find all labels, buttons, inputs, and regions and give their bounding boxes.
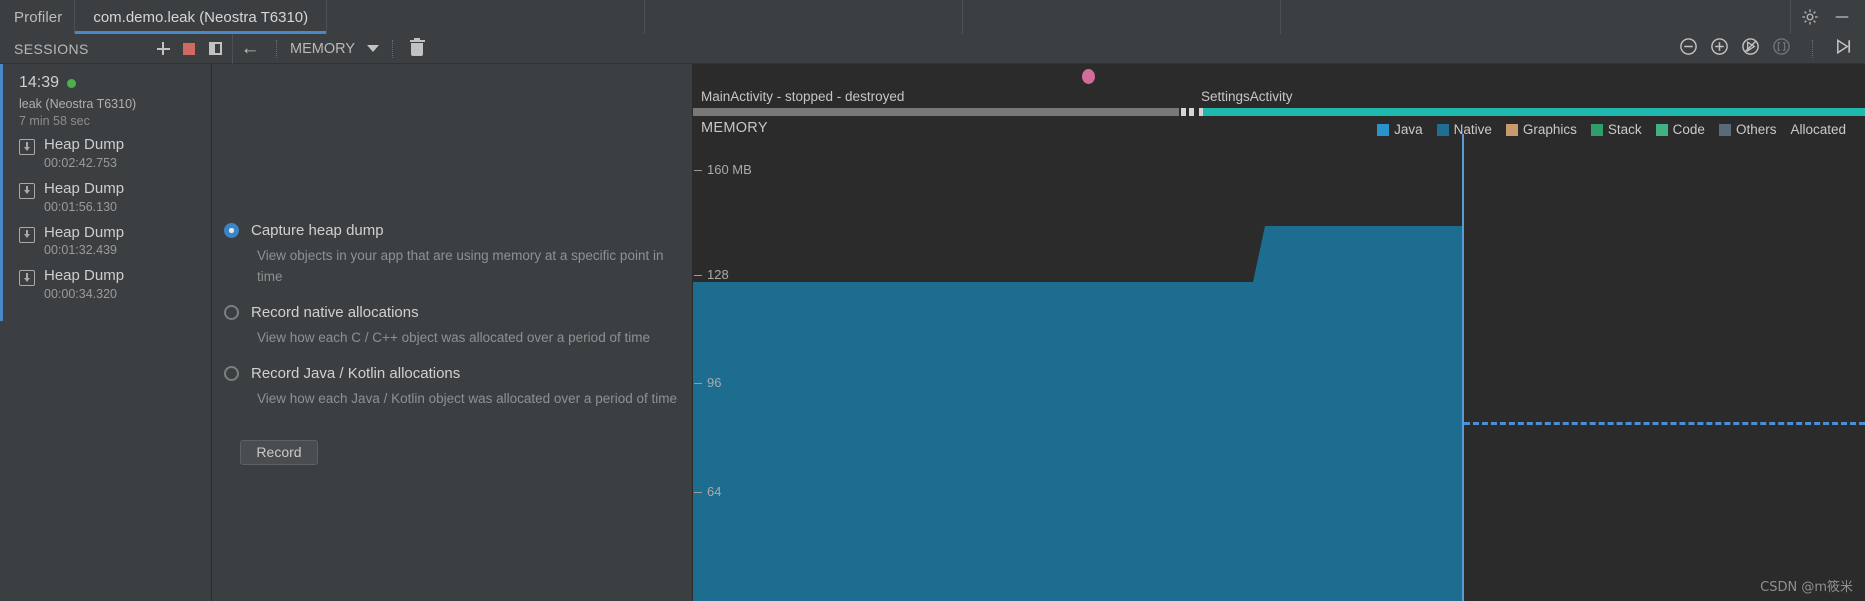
- threshold-dashed-line: [1464, 422, 1865, 425]
- option-label: Record Java / Kotlin allocations: [251, 364, 461, 382]
- capture-options-list: Capture heap dump View objects in your a…: [212, 64, 692, 465]
- capture-options-panel: Capture heap dump View objects in your a…: [212, 64, 693, 601]
- list-item[interactable]: Heap Dump 00:01:56.130: [19, 180, 201, 214]
- title-bar: Profiler com.demo.leak (Neostra T6310): [0, 0, 1865, 34]
- heap-dump-label: Heap Dump: [44, 267, 125, 285]
- app-title: Profiler: [14, 8, 63, 26]
- list-item[interactable]: Heap Dump 00:02:42.753: [19, 136, 201, 170]
- heap-dump-label: Heap Dump: [44, 179, 125, 197]
- activity-label-settings: SettingsActivity: [1201, 89, 1293, 104]
- session-device: leak (Neostra T6310): [19, 97, 137, 111]
- live-session-dot: [67, 78, 77, 88]
- profiler-window: Profiler com.demo.leak (Neostra T6310) S…: [0, 0, 1865, 601]
- radio-record-native-allocations[interactable]: [224, 304, 239, 320]
- option-record-java-kotlin-allocations[interactable]: Record Java / Kotlin allocations: [224, 365, 692, 382]
- option-description: View how each Java / Kotlin object was a…: [257, 390, 677, 406]
- reset-zoom-icon[interactable]: [1741, 37, 1760, 61]
- activity-lifecycle-tick: [1181, 108, 1186, 116]
- stage-selector-label: MEMORY: [290, 40, 355, 57]
- sessions-panel: 14:39 leak (Neostra T6310) 7 min 58 sec …: [0, 64, 212, 601]
- plus-icon: [156, 42, 170, 55]
- titlebar-segment: [645, 0, 964, 34]
- session-duration: 7 min 58 sec: [19, 114, 90, 128]
- activity-lifecycle-bar-settings: [1203, 108, 1865, 116]
- activity-lifecycle-bar-main: [693, 108, 1179, 116]
- delete-button[interactable]: [402, 37, 432, 61]
- memory-timeline-chart[interactable]: MainActivity - stopped - destroyed Setti…: [693, 64, 1865, 601]
- titlebar-segment: [1281, 0, 1791, 34]
- zoom-out-icon[interactable]: [1679, 37, 1698, 61]
- heap-dump-time: 00:01:32.439: [44, 243, 117, 258]
- tab-label: com.demo.leak (Neostra T6310): [93, 8, 309, 26]
- toggle-sessions-panel-button[interactable]: [202, 37, 228, 61]
- y-axis-label-128: 128: [707, 267, 729, 282]
- titlebar-actions: [1791, 0, 1865, 34]
- y-axis-label-160: 160 MB: [707, 162, 752, 177]
- toolbar-dotted-divider: [276, 39, 277, 58]
- toolbar-dotted-divider: [392, 39, 393, 58]
- add-session-button[interactable]: [150, 37, 176, 61]
- minimize-icon[interactable]: [1833, 8, 1851, 26]
- radio-record-java-kotlin-allocations[interactable]: [224, 365, 239, 381]
- heap-dump-label: Heap Dump: [44, 136, 125, 153]
- option-record-native-allocations[interactable]: Record native allocations: [224, 304, 692, 321]
- zoom-to-selection-icon[interactable]: [1772, 37, 1791, 61]
- y-axis-label-64: 64: [707, 484, 722, 499]
- session-time-row: 14:39: [19, 74, 201, 92]
- stop-square-icon: [183, 42, 195, 55]
- activity-label-main: MainActivity - stopped - destroyed: [701, 89, 905, 104]
- titlebar-segment: [963, 0, 1282, 34]
- y-axis-label-96: 96: [707, 375, 722, 390]
- memory-area-chart-svg: [693, 226, 1463, 601]
- event-timeline-band: MainActivity - stopped - destroyed Setti…: [693, 64, 1865, 116]
- radio-capture-heap-dump[interactable]: [224, 223, 239, 238]
- titlebar-spacer: [327, 0, 1791, 34]
- session-item[interactable]: 14:39 leak (Neostra T6310) 7 min 58 sec …: [0, 64, 211, 321]
- toggle-panel-icon: [208, 42, 222, 55]
- chart-plot-area[interactable]: 160 MB 128 96 64: [693, 134, 1865, 601]
- zoom-in-icon[interactable]: [1710, 37, 1729, 61]
- titlebar-segment: [327, 0, 646, 34]
- series-area-java: [693, 226, 1463, 601]
- jump-to-end-icon[interactable]: [1834, 37, 1853, 61]
- back-arrow-icon: ←: [240, 38, 260, 59]
- heap-dump-icon: [19, 226, 35, 243]
- option-description: View how each C / C++ object was allocat…: [257, 329, 650, 345]
- profiler-toolbar: SESSIONS ← MEMORY: [0, 33, 1865, 64]
- list-item[interactable]: Heap Dump 00:00:34.320: [19, 267, 201, 301]
- activity-lifecycle-tick: [1189, 108, 1194, 116]
- option-label: Record native allocations: [251, 303, 419, 321]
- y-axis-tick: [694, 170, 702, 171]
- gear-icon[interactable]: [1801, 8, 1819, 26]
- heap-dump-label: Heap Dump: [44, 223, 125, 241]
- stop-session-button[interactable]: [176, 37, 202, 61]
- y-axis-tick: [694, 492, 702, 493]
- heap-dump-time: 00:00:34.320: [44, 287, 117, 301]
- stage-selector[interactable]: MEMORY: [286, 41, 383, 57]
- back-button[interactable]: ←: [233, 37, 267, 61]
- timeline-playhead[interactable]: [1462, 134, 1464, 601]
- heap-dump-icon: [19, 139, 35, 155]
- heap-dump-time: 00:01:56.130: [44, 199, 117, 214]
- toolbar-dotted-divider: [1812, 39, 1813, 58]
- heap-dump-icon: [19, 182, 35, 199]
- chevron-down-icon: [367, 45, 379, 52]
- watermark: CSDN @m筱米: [1760, 580, 1853, 595]
- tab-active-process[interactable]: com.demo.leak (Neostra T6310): [74, 0, 328, 34]
- trash-icon: [409, 37, 425, 57]
- list-item[interactable]: Heap Dump 00:01:32.439: [19, 223, 201, 258]
- timeline-zoom-controls: [1679, 37, 1865, 61]
- option-description: View objects in your app that are using …: [257, 248, 664, 284]
- heap-dump-time: 00:02:42.753: [44, 155, 117, 170]
- record-button[interactable]: Record: [240, 439, 318, 465]
- option-capture-heap-dump[interactable]: Capture heap dump: [224, 222, 692, 239]
- y-axis-tick: [694, 383, 702, 384]
- sessions-header-label: SESSIONS: [14, 40, 89, 57]
- session-time: 14:39: [19, 74, 60, 91]
- y-axis-tick: [694, 275, 702, 276]
- option-label: Capture heap dump: [251, 222, 384, 239]
- touch-event-marker: [1082, 69, 1095, 84]
- heap-dump-icon: [19, 270, 35, 287]
